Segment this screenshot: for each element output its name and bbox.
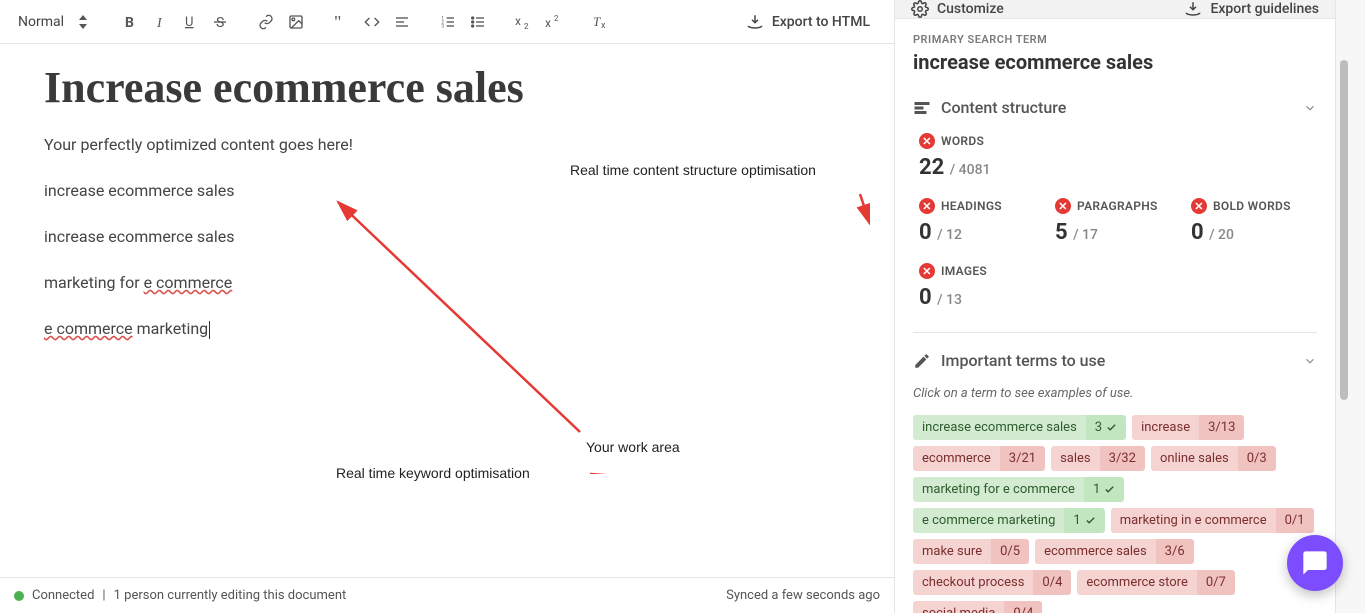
term-chip[interactable]: increase ecommerce sales3 [913, 415, 1126, 440]
term-chip[interactable]: marketing in e commerce0/1 [1111, 508, 1314, 533]
svg-text:T: T [593, 14, 601, 29]
ordered-list-button[interactable]: 123 [434, 8, 462, 36]
code-button[interactable] [358, 8, 386, 36]
error-icon: ✕ [919, 263, 935, 279]
annotation-workarea: Your work area [586, 439, 680, 455]
customize-label: Customize [937, 1, 1004, 17]
export-guidelines-label: Export guidelines [1210, 1, 1319, 17]
bullet-list-button[interactable] [464, 8, 492, 36]
term-chip[interactable]: social media0/4 [913, 601, 1042, 613]
metric-words: ✕WORDS 22 / 4081 [919, 133, 1317, 180]
underline-button[interactable]: U [176, 8, 204, 36]
svg-text:B: B [125, 15, 134, 29]
editor-placeholder: Your perfectly optimized content goes he… [44, 133, 850, 157]
editor-toolbar: Normal B I U S " 123 x2 x2 Tx [0, 0, 894, 44]
subscript-button[interactable]: x2 [510, 8, 538, 36]
format-select[interactable]: Normal [8, 8, 98, 36]
term-chip[interactable]: marketing for e commerce1 [913, 477, 1124, 502]
pen-icon [913, 352, 931, 370]
svg-text:": " [334, 14, 341, 30]
minimap-gutter [1335, 0, 1365, 613]
svg-text:2: 2 [554, 14, 559, 23]
error-icon: ✕ [1055, 198, 1071, 214]
metric-headings: ✕HEADINGS 0 / 12 [919, 198, 1045, 245]
export-guidelines-button[interactable]: Export guidelines [1184, 0, 1319, 18]
annotation-structure: Real time content structure optimisation [570, 162, 816, 178]
status-synced: Synced a few seconds ago [726, 588, 880, 603]
export-icon [746, 13, 764, 31]
error-icon: ✕ [1191, 198, 1207, 214]
metric-paragraphs: ✕PARAGRAPHS 5 / 17 [1055, 198, 1181, 245]
error-icon: ✕ [919, 133, 935, 149]
scrollbar-thumb[interactable] [1340, 60, 1348, 400]
svg-text:I: I [156, 16, 163, 29]
customize-button[interactable]: Customize [911, 0, 1004, 18]
term-chip[interactable]: online sales0/3 [1151, 446, 1276, 471]
term-chip[interactable]: ecommerce store0/7 [1077, 570, 1234, 595]
metric-bold: ✕BOLD WORDS 0 / 20 [1191, 198, 1317, 245]
term-chip[interactable]: sales3/32 [1051, 446, 1145, 471]
export-icon [1184, 0, 1202, 18]
term-chip[interactable]: ecommerce sales3/6 [1035, 539, 1194, 564]
chat-fab[interactable] [1287, 535, 1343, 591]
connection-dot-icon [14, 591, 24, 601]
status-bar: Connected | 1 person currently editing t… [0, 577, 894, 613]
sidebar: Customize Export guidelines PRIMARY SEAR… [895, 0, 1335, 613]
svg-text:x: x [545, 16, 551, 30]
link-button[interactable] [252, 8, 280, 36]
annotation-arrow [330, 174, 870, 474]
strike-button[interactable]: S [206, 8, 234, 36]
svg-text:x: x [601, 21, 606, 30]
term-chip[interactable]: increase3/13 [1132, 415, 1244, 440]
editor-area[interactable]: Increase ecommerce sales Your perfectly … [0, 44, 894, 577]
image-button[interactable] [282, 8, 310, 36]
status-editing: 1 person currently editing this document [114, 588, 347, 603]
status-connected: Connected [32, 588, 94, 603]
superscript-button[interactable]: x2 [540, 8, 568, 36]
metric-images: ✕IMAGES 0 / 13 [919, 263, 1045, 310]
bold-button[interactable]: B [116, 8, 144, 36]
section-important-terms[interactable]: Important terms to use [913, 351, 1317, 370]
svg-text:x: x [515, 14, 521, 28]
primary-term-label: PRIMARY SEARCH TERM [913, 33, 1317, 46]
svg-text:U: U [185, 15, 193, 29]
terms-hint: Click on a term to see examples of use. [913, 386, 1317, 401]
section-content-structure[interactable]: Content structure [913, 98, 1317, 117]
structure-icon [913, 99, 931, 117]
term-chip[interactable]: e commerce marketing1 [913, 508, 1105, 533]
svg-text:3: 3 [441, 23, 444, 29]
gear-icon [911, 0, 929, 18]
terms-container: increase ecommerce sales3 increase3/13 ec… [913, 415, 1317, 613]
document-title[interactable]: Increase ecommerce sales [44, 62, 850, 113]
export-label: Export to HTML [772, 14, 870, 30]
quote-button[interactable]: " [328, 8, 356, 36]
primary-term-value: increase ecommerce sales [913, 50, 1317, 74]
error-icon: ✕ [919, 198, 935, 214]
align-button[interactable] [388, 8, 416, 36]
chevron-down-icon [1303, 354, 1317, 368]
chat-icon [1301, 549, 1329, 577]
term-chip[interactable]: ecommerce3/21 [913, 446, 1045, 471]
svg-text:2: 2 [524, 22, 529, 30]
annotation-keyword: Real time keyword optimisation [336, 465, 530, 481]
export-html-button[interactable]: Export to HTML [730, 8, 886, 36]
chevron-down-icon [1303, 101, 1317, 115]
term-chip[interactable]: make sure0/5 [913, 539, 1029, 564]
clear-format-button[interactable]: Tx [586, 8, 614, 36]
format-select-label: Normal [18, 14, 64, 30]
italic-button[interactable]: I [146, 8, 174, 36]
term-chip[interactable]: checkout process0/4 [913, 570, 1071, 595]
dropdown-icon [78, 15, 88, 29]
